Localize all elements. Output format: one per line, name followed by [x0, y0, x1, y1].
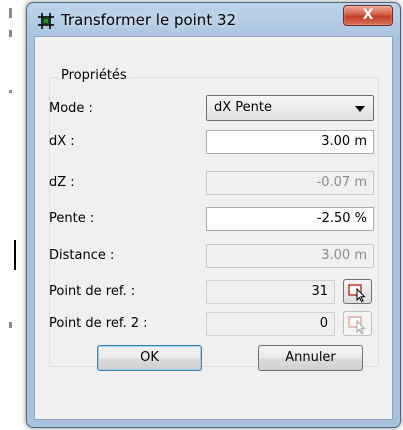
pick-point-cursor-icon	[348, 284, 366, 303]
mode-select-value: dX Pente	[214, 100, 272, 115]
transform-point-dialog: Transformer le point 32 X Propriétés Mod…	[26, 2, 401, 428]
background-document	[0, 0, 26, 430]
ref-point-label: Point de ref. :	[49, 284, 136, 299]
background-mark	[9, 90, 12, 93]
dz-field: -0.07 m	[206, 171, 374, 195]
ref-point-2-label: Point de ref. 2 :	[49, 316, 148, 331]
pente-label: Pente :	[49, 211, 95, 226]
transform-point-icon	[36, 11, 56, 31]
background-bracket	[10, 240, 16, 270]
pick-ref-point-button[interactable]	[343, 279, 372, 304]
properties-group-label: Propriétés	[58, 68, 130, 83]
background-mark	[9, 322, 12, 328]
dx-label: dX :	[49, 134, 75, 149]
window-title: Transformer le point 32	[61, 11, 237, 29]
close-button[interactable]: X	[343, 5, 393, 26]
distance-field: 3.00 m	[206, 244, 374, 268]
background-mark	[9, 30, 12, 37]
dx-field[interactable]: 3.00 m	[206, 130, 374, 154]
dz-label: dZ :	[49, 175, 75, 190]
ok-button[interactable]: OK	[97, 345, 202, 371]
title-bar[interactable]: Transformer le point 32 X	[27, 3, 400, 35]
pick-ref-point-2-button	[343, 311, 372, 336]
chevron-down-icon	[355, 106, 365, 112]
distance-label: Distance :	[49, 248, 115, 263]
pick-point-cursor-icon	[348, 316, 366, 335]
pente-field[interactable]: -2.50 %	[206, 207, 374, 231]
mode-label: Mode :	[49, 101, 93, 116]
ref-point-2-field: 0	[206, 312, 335, 336]
background-mark	[9, 8, 12, 18]
ref-point-field: 31	[206, 280, 335, 304]
cancel-button[interactable]: Annuler	[258, 345, 363, 371]
mode-select[interactable]: dX Pente	[206, 95, 374, 121]
